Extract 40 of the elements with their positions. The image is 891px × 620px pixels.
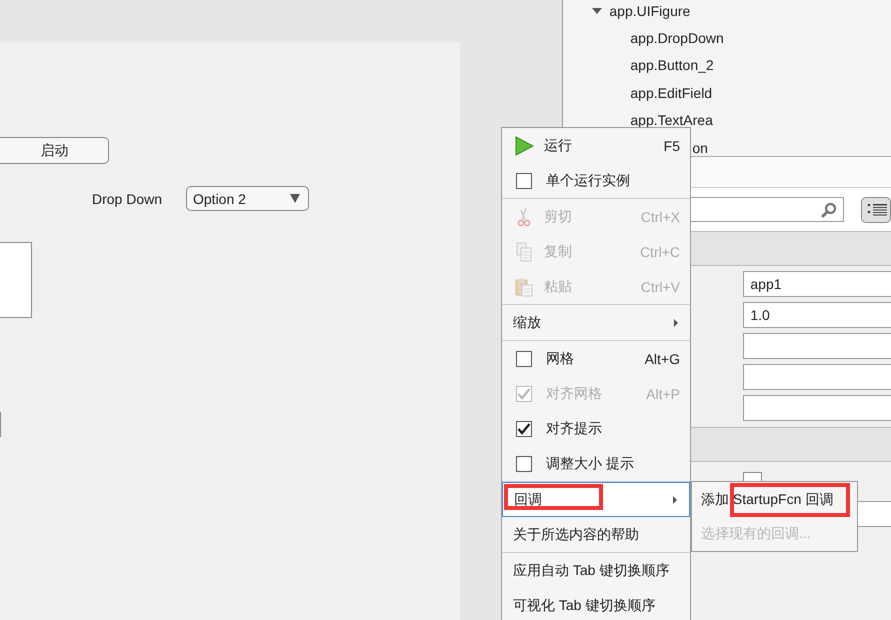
- menu-item[interactable]: 网格 Alt+G: [502, 341, 690, 376]
- tree-item[interactable]: app.UIFigure: [609, 2, 690, 19]
- checkbox[interactable]: [516, 456, 532, 472]
- property-field[interactable]: [743, 364, 891, 390]
- tree-item[interactable]: app.Button_2: [630, 57, 714, 74]
- submenu-arrow-icon: [673, 496, 677, 504]
- menu-item[interactable]: 单个运行实例: [502, 163, 690, 198]
- menu-item[interactable]: 回调: [502, 482, 690, 517]
- copy-icon: [514, 242, 534, 262]
- clipboard-icon: [514, 276, 534, 296]
- menu-item[interactable]: 调整大小 提示: [502, 446, 690, 481]
- list-view-button[interactable]: [861, 196, 891, 222]
- checkbox[interactable]: [516, 350, 532, 366]
- list-icon: [867, 202, 887, 218]
- dropdown-label: Drop Down: [92, 191, 162, 207]
- property-field[interactable]: [743, 395, 891, 421]
- expanded-triangle-icon[interactable]: [592, 8, 602, 14]
- start-button[interactable]: 启动: [0, 137, 109, 164]
- property-field[interactable]: [743, 333, 891, 359]
- play-icon: [514, 136, 534, 156]
- tree-item[interactable]: app.DropDown: [630, 30, 724, 46]
- search-icon: [821, 202, 837, 218]
- menu-item[interactable]: 关于所选内容的帮助: [502, 517, 690, 552]
- tree-item[interactable]: on: [692, 140, 708, 156]
- tree-item[interactable]: app.TextArea: [630, 112, 713, 128]
- menu-item[interactable]: 缩放: [502, 305, 690, 340]
- submenu-item[interactable]: 添加 StartupFcn 回调: [692, 483, 857, 517]
- property-field[interactable]: app1: [743, 271, 891, 297]
- caret-icon: [290, 194, 300, 203]
- checkbox[interactable]: [516, 420, 532, 436]
- checkbox[interactable]: [516, 172, 532, 188]
- tree-item[interactable]: app.EditField: [630, 84, 712, 101]
- dropdown[interactable]: Option 2: [186, 186, 309, 211]
- submenu-arrow-icon: [674, 318, 678, 326]
- menu-item[interactable]: 对齐提示: [502, 411, 690, 446]
- menu-item[interactable]: 可视化 Tab 键切换顺序: [502, 588, 690, 620]
- text-area[interactable]: [0, 242, 32, 318]
- menu-item[interactable]: 运行 F5: [502, 128, 690, 163]
- property-field[interactable]: 1.0: [743, 302, 891, 328]
- menu-item[interactable]: 应用自动 Tab 键切换顺序: [502, 553, 690, 588]
